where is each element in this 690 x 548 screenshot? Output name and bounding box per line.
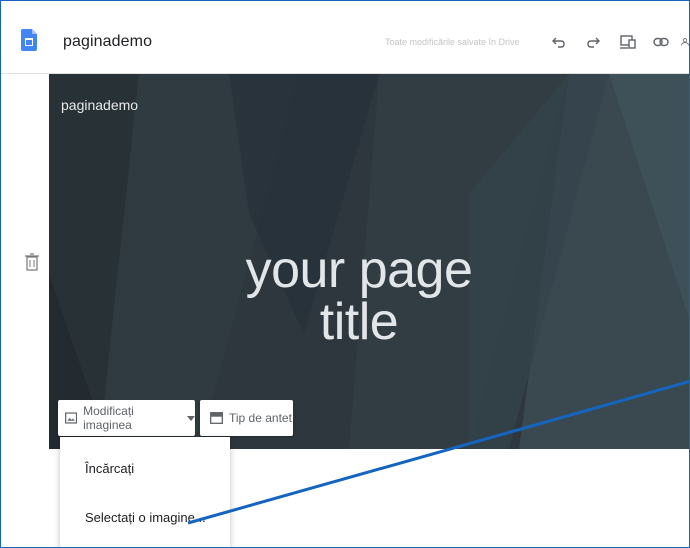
undo-icon[interactable] (550, 33, 568, 51)
change-image-menu: Încărcați Selectați o imagine... (60, 437, 230, 547)
change-image-label: Modificați imaginea (83, 404, 134, 432)
site-name[interactable]: paginademo (61, 97, 138, 113)
save-status: Toate modificările salvate în Drive (385, 37, 520, 47)
page-title-line-2: title (319, 293, 399, 351)
menu-item-upload[interactable]: Încărcați (85, 461, 134, 476)
header-type-button[interactable]: Tip de antet (200, 400, 293, 436)
top-toolbar: paginademo Toate modificările salvate în… (1, 1, 689, 74)
redo-icon[interactable] (584, 33, 602, 51)
menu-item-select-image[interactable]: Selectați o imagine... (85, 510, 206, 525)
image-icon (65, 412, 78, 424)
header-type-label: Tip de antet (229, 411, 292, 425)
header-type-icon (210, 412, 223, 424)
google-sites-logo-icon[interactable] (21, 29, 37, 51)
sites-editor-window: paginademo Toate modificările salvate în… (0, 0, 690, 548)
document-title[interactable]: paginademo (63, 33, 152, 51)
chevron-down-icon (187, 415, 195, 421)
preview-icon[interactable] (619, 33, 637, 51)
trash-icon[interactable] (25, 253, 39, 271)
header-banner[interactable]: paginademo your page title (49, 74, 689, 449)
change-image-button[interactable]: Modificați imaginea (58, 400, 195, 436)
link-icon[interactable] (652, 33, 670, 51)
page-title[interactable]: your page title (189, 244, 529, 348)
share-icon[interactable] (681, 33, 689, 51)
page-title-line-1: your page (245, 241, 473, 299)
